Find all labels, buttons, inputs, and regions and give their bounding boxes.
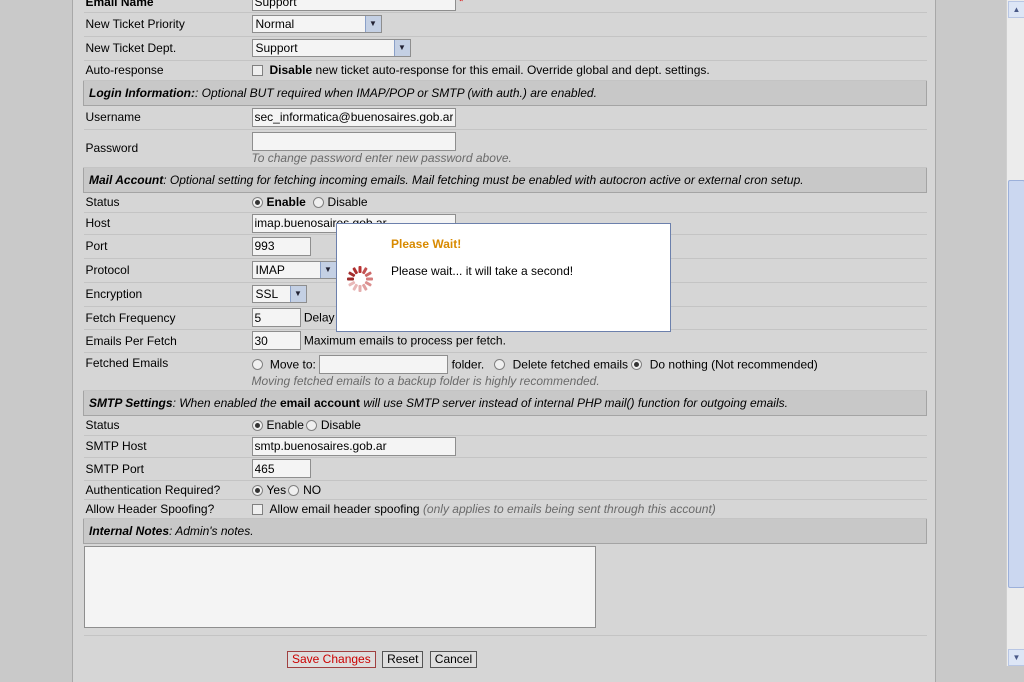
protocol-label: Protocol [83, 258, 250, 283]
chevron-down-icon: ▼ [364, 16, 381, 32]
fetch-frequency-label: Fetch Frequency [83, 306, 250, 330]
priority-select[interactable]: Normal ▼ [251, 15, 382, 33]
autoresponse-checkbox[interactable] [251, 65, 263, 77]
encryption-label: Encryption [83, 282, 250, 307]
smtp-port-label: SMTP Port [83, 457, 250, 481]
username-label: Username [83, 105, 250, 130]
move-folder-input[interactable] [319, 354, 449, 374]
password-note: To change password enter new password ab… [251, 150, 512, 165]
host-label: Host [83, 212, 250, 235]
protocol-value: IMAP [255, 263, 285, 277]
email-name-input[interactable] [251, 0, 456, 12]
fetched-emails-label: Fetched Emails [83, 352, 250, 391]
required-mark: * [458, 0, 464, 9]
status-enable-label: Enable [266, 195, 306, 209]
reset-button[interactable]: Reset [382, 651, 424, 668]
auth-yes-label: Yes [266, 482, 287, 497]
header-spoofing-text: Allow email header spoofing [269, 501, 420, 516]
login-info-header: Login Information:: Optional BUT require… [83, 79, 927, 106]
smtp-enable-radio[interactable] [251, 420, 263, 432]
fetched-emails-note: Moving fetched emails to a backup folder… [251, 373, 600, 388]
dialog-title: Please Wait! [391, 237, 462, 251]
auth-no-radio[interactable] [288, 484, 300, 496]
encryption-select[interactable]: SSL ▼ [251, 285, 307, 303]
do-nothing-label: Do nothing (Not recommended) [649, 357, 818, 371]
header-spoofing-note: (only applies to emails being sent throu… [422, 501, 716, 516]
internal-notes-header: Internal Notes: Admin's notes. [83, 517, 927, 544]
cancel-button[interactable]: Cancel [429, 651, 478, 668]
email-name-label: Email Name [83, 0, 250, 13]
smtp-host-input[interactable] [251, 436, 456, 456]
move-to-radio[interactable] [251, 359, 263, 371]
auth-yes-radio[interactable] [251, 484, 263, 496]
mail-account-header: Mail Account: Optional setting for fetch… [83, 166, 927, 193]
move-to-label: Move to: [269, 357, 316, 371]
auth-required-label: Authentication Required? [83, 480, 250, 500]
smtp-host-label: SMTP Host [83, 435, 250, 458]
dept-label: New Ticket Dept. [83, 36, 250, 61]
smtp-status-label: Status [83, 415, 250, 436]
smtp-settings-header: SMTP Settings: When enabled the email ac… [83, 389, 927, 416]
status-enable-radio[interactable] [251, 197, 263, 209]
fetch-frequency-text: Delay [303, 310, 335, 325]
emails-per-fetch-input[interactable] [251, 331, 301, 350]
status-label: Status [83, 192, 250, 213]
header-spoofing-label: Allow Header Spoofing? [83, 499, 250, 519]
chevron-down-icon: ▼ [289, 286, 306, 302]
priority-value: Normal [255, 17, 295, 31]
dept-value: Support [255, 41, 298, 55]
save-changes-button[interactable]: Save Changes [287, 651, 376, 668]
folder-text: folder. [451, 357, 485, 371]
please-wait-dialog: Please Wait! Please wait... it will take… [336, 223, 671, 332]
scroll-down-icon[interactable]: ▼ [1008, 649, 1024, 666]
loading-spinner-icon [347, 266, 373, 292]
username-input[interactable] [251, 107, 456, 127]
password-input[interactable] [251, 131, 456, 151]
do-nothing-radio[interactable] [631, 359, 643, 371]
dept-select[interactable]: Support ▼ [251, 39, 411, 57]
internal-notes-textarea[interactable] [83, 545, 596, 628]
autoresponse-bold: Disable [269, 63, 313, 77]
vertical-scrollbar[interactable]: ▲ ▼ [1006, 0, 1024, 666]
smtp-disable-radio[interactable] [305, 420, 317, 432]
auth-no-label: NO [303, 482, 322, 497]
chevron-down-icon: ▼ [319, 262, 336, 278]
header-spoofing-checkbox[interactable] [251, 503, 263, 515]
emails-per-fetch-text: Maximum emails to process per fetch. [303, 333, 506, 348]
status-disable-radio[interactable] [312, 197, 324, 209]
priority-label: New Ticket Priority [83, 12, 250, 37]
autoresponse-label: Auto-response [83, 60, 250, 81]
scroll-up-icon[interactable]: ▲ [1008, 1, 1024, 18]
smtp-enable-label: Enable [266, 418, 304, 432]
fetch-frequency-input[interactable] [251, 308, 301, 327]
protocol-select[interactable]: IMAP ▼ [251, 261, 337, 279]
encryption-value: SSL [255, 287, 279, 301]
autoresponse-text: new ticket auto-response for this email.… [315, 63, 710, 77]
emails-per-fetch-label: Emails Per Fetch [83, 329, 250, 353]
smtp-disable-label: Disable [320, 418, 361, 432]
delete-fetched-label: Delete fetched emails [512, 357, 629, 371]
scrollbar-thumb[interactable] [1008, 180, 1024, 588]
password-label: Password [83, 129, 250, 168]
dialog-message: Please wait... it will take a second! [391, 264, 574, 278]
smtp-port-input[interactable] [251, 459, 311, 478]
status-disable-label: Disable [327, 195, 368, 209]
delete-fetched-radio[interactable] [494, 359, 506, 371]
chevron-down-icon: ▼ [393, 40, 410, 56]
port-input[interactable] [251, 236, 311, 256]
port-label: Port [83, 234, 250, 259]
form-buttons: Save Changes Reset Cancel [287, 651, 480, 668]
